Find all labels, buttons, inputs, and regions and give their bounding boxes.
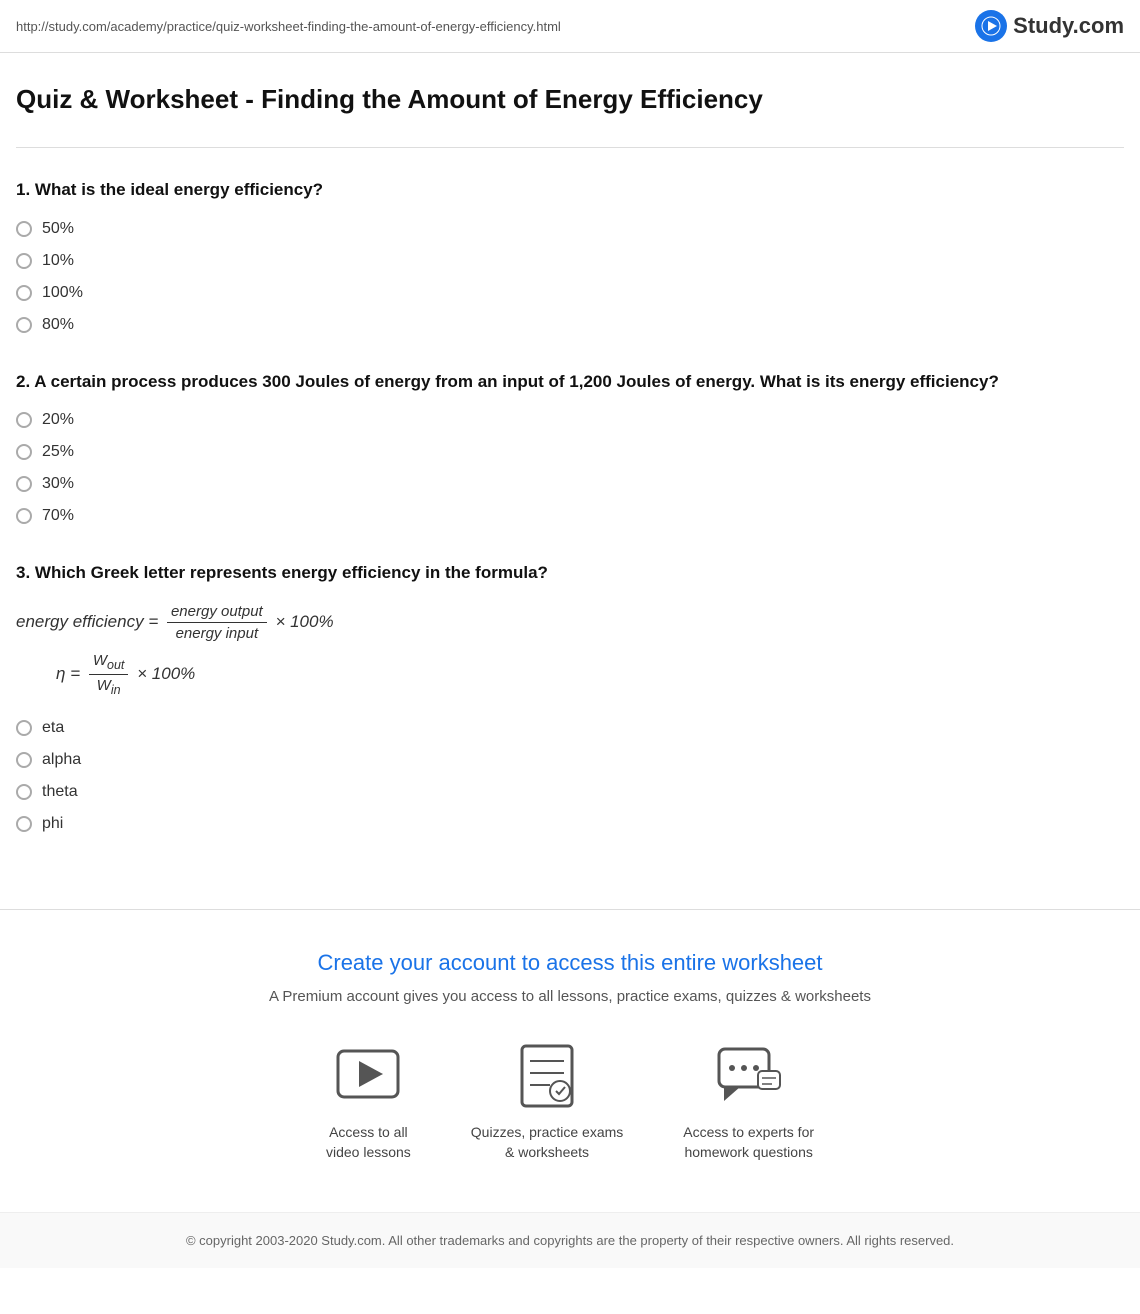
- radio-2-2[interactable]: [16, 444, 32, 460]
- top-bar: http://study.com/academy/practice/quiz-w…: [0, 0, 1140, 53]
- option-1-2[interactable]: 10%: [16, 252, 1124, 270]
- option-label-2-2: 25%: [42, 443, 74, 461]
- chat-icon: [714, 1041, 784, 1111]
- question-3-text: 3. Which Greek letter represents energy …: [16, 561, 1124, 585]
- logo: Study.com: [975, 10, 1124, 42]
- video-icon: [333, 1041, 403, 1111]
- formula-container: energy efficiency = energy output energy…: [16, 603, 1124, 697]
- question-1: 1. What is the ideal energy efficiency? …: [16, 178, 1124, 334]
- radio-2-3[interactable]: [16, 476, 32, 492]
- option-label-3-3: theta: [42, 783, 78, 801]
- question-1-text: 1. What is the ideal energy efficiency?: [16, 178, 1124, 202]
- formula-denominator: energy input: [172, 623, 263, 642]
- option-1-4[interactable]: 80%: [16, 316, 1124, 334]
- formula-fraction-1: energy output energy input: [167, 603, 267, 642]
- logo-text: Study.com: [1013, 13, 1124, 39]
- option-label-2-1: 20%: [42, 411, 74, 429]
- url-bar: http://study.com/academy/practice/quiz-w…: [16, 19, 561, 34]
- option-label-2-3: 30%: [42, 475, 74, 493]
- option-2-2[interactable]: 25%: [16, 443, 1124, 461]
- option-label-1-1: 50%: [42, 220, 74, 238]
- quiz-icon: [512, 1041, 582, 1111]
- logo-icon: [975, 10, 1007, 42]
- radio-3-2[interactable]: [16, 752, 32, 768]
- feature-experts: Access to experts forhomework questions: [683, 1041, 814, 1162]
- main-content: Quiz & Worksheet - Finding the Amount of…: [0, 53, 1140, 910]
- radio-1-3[interactable]: [16, 285, 32, 301]
- radio-1-2[interactable]: [16, 253, 32, 269]
- option-3-2[interactable]: alpha: [16, 751, 1124, 769]
- option-3-4[interactable]: phi: [16, 815, 1124, 833]
- option-label-1-2: 10%: [42, 252, 74, 270]
- feature-quiz: Quizzes, practice exams& worksheets: [471, 1041, 624, 1162]
- radio-1-1[interactable]: [16, 221, 32, 237]
- question-2: 2. A certain process produces 300 Joules…: [16, 370, 1124, 526]
- radio-1-4[interactable]: [16, 317, 32, 333]
- option-3-3[interactable]: theta: [16, 783, 1124, 801]
- option-1-1[interactable]: 50%: [16, 220, 1124, 238]
- option-label-3-2: alpha: [42, 751, 81, 769]
- option-label-2-4: 70%: [42, 507, 74, 525]
- formula-eta-line: η = Wout Win × 100%: [56, 652, 1124, 697]
- formula-fraction-2: Wout Win: [89, 652, 129, 697]
- question-2-text: 2. A certain process produces 300 Joules…: [16, 370, 1124, 394]
- option-label-1-4: 80%: [42, 316, 74, 334]
- formula-win: Win: [93, 675, 125, 697]
- feature-video: Access to allvideo lessons: [326, 1041, 411, 1162]
- footer: © copyright 2003-2020 Study.com. All oth…: [0, 1212, 1140, 1268]
- question-3: 3. Which Greek letter represents energy …: [16, 561, 1124, 833]
- option-2-3[interactable]: 30%: [16, 475, 1124, 493]
- option-label-1-3: 100%: [42, 284, 83, 302]
- option-label-3-1: eta: [42, 719, 64, 737]
- radio-2-1[interactable]: [16, 412, 32, 428]
- page-title: Quiz & Worksheet - Finding the Amount of…: [16, 83, 1124, 117]
- radio-3-1[interactable]: [16, 720, 32, 736]
- cta-subtitle: A Premium account gives you access to al…: [16, 988, 1124, 1005]
- option-3-1[interactable]: eta: [16, 719, 1124, 737]
- formula-line-1: energy efficiency = energy output energy…: [16, 603, 1124, 642]
- formula-numerator: energy output: [167, 603, 267, 623]
- radio-3-3[interactable]: [16, 784, 32, 800]
- features-row: Access to allvideo lessons Quizzes, prac…: [16, 1041, 1124, 1162]
- feature-video-label: Access to allvideo lessons: [326, 1123, 411, 1162]
- option-2-1[interactable]: 20%: [16, 411, 1124, 429]
- option-label-3-4: phi: [42, 815, 63, 833]
- formula-wout: Wout: [89, 652, 129, 675]
- radio-3-4[interactable]: [16, 816, 32, 832]
- footer-text: © copyright 2003-2020 Study.com. All oth…: [186, 1233, 954, 1248]
- option-2-4[interactable]: 70%: [16, 507, 1124, 525]
- feature-experts-label: Access to experts forhomework questions: [683, 1123, 814, 1162]
- radio-2-4[interactable]: [16, 508, 32, 524]
- cta-section: Create your account to access this entir…: [0, 910, 1140, 1212]
- option-1-3[interactable]: 100%: [16, 284, 1124, 302]
- cta-title: Create your account to access this entir…: [16, 950, 1124, 976]
- feature-quiz-label: Quizzes, practice exams& worksheets: [471, 1123, 624, 1162]
